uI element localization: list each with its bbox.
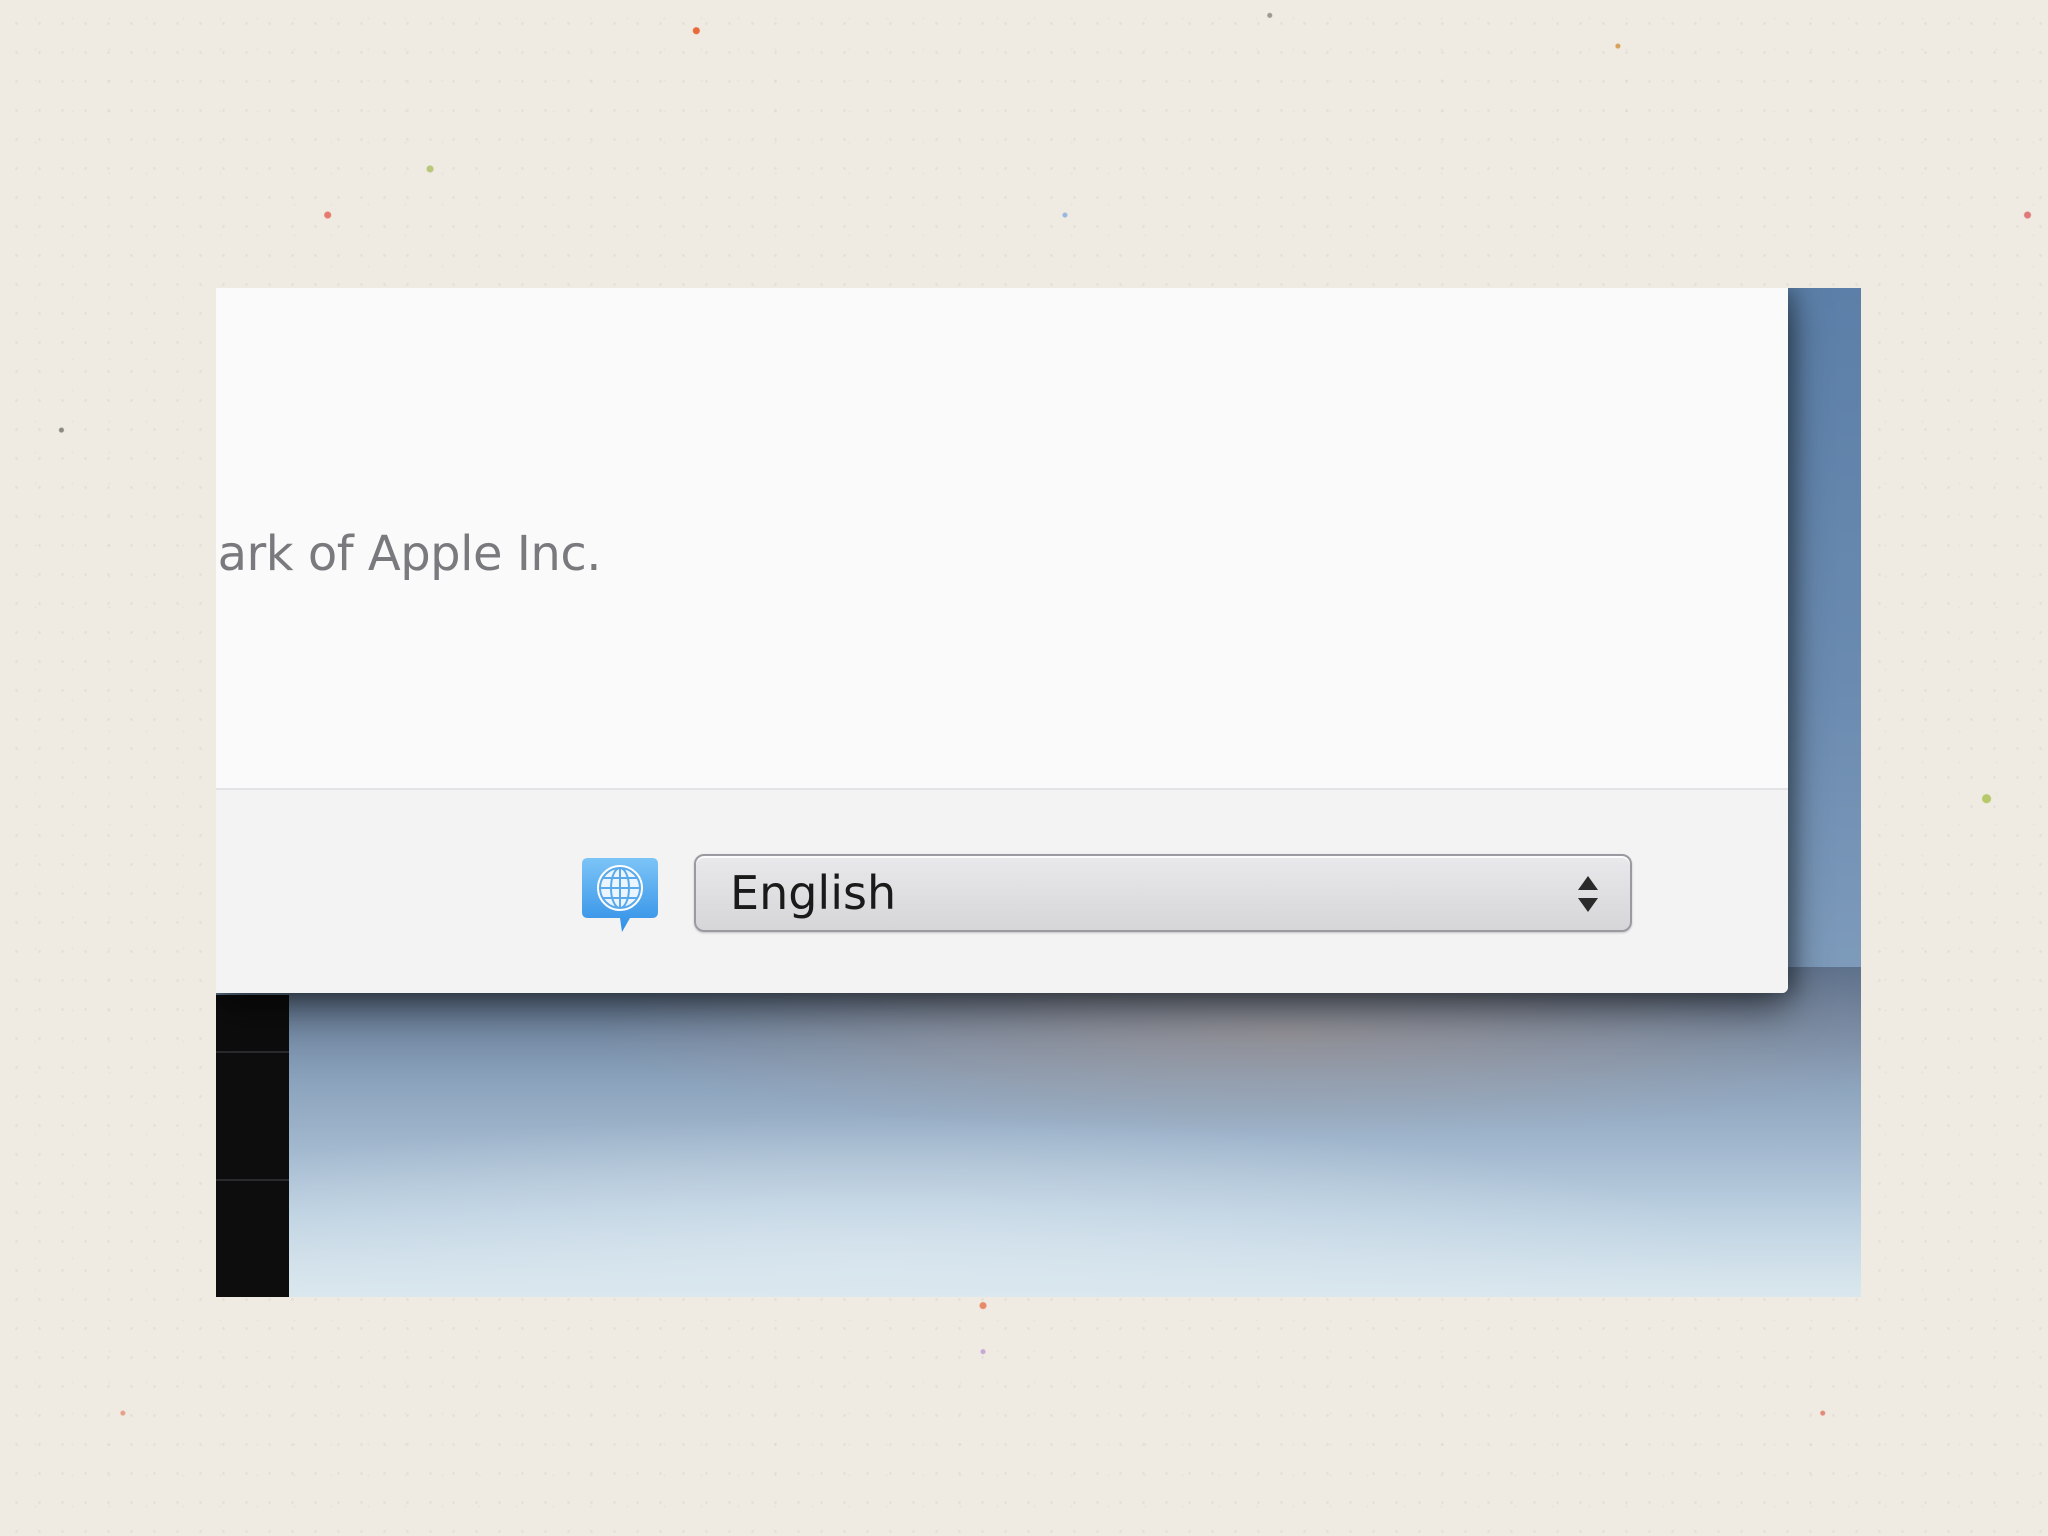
screenshot: ark of Apple Inc. English <box>216 288 1861 1297</box>
trademark-text: ark of Apple Inc. <box>217 526 602 582</box>
language-select[interactable]: English <box>694 854 1632 932</box>
dock-edge <box>216 995 289 1297</box>
globe-speech-bubble-icon <box>582 858 658 932</box>
divider <box>216 1179 289 1181</box>
divider <box>216 1051 289 1053</box>
desktop-wallpaper <box>216 967 1861 1297</box>
language-select-value: English <box>730 866 897 920</box>
dialog-footer: English <box>216 788 1788 993</box>
up-down-arrows-icon <box>1578 876 1598 912</box>
about-dialog: ark of Apple Inc. English <box>216 288 1788 993</box>
